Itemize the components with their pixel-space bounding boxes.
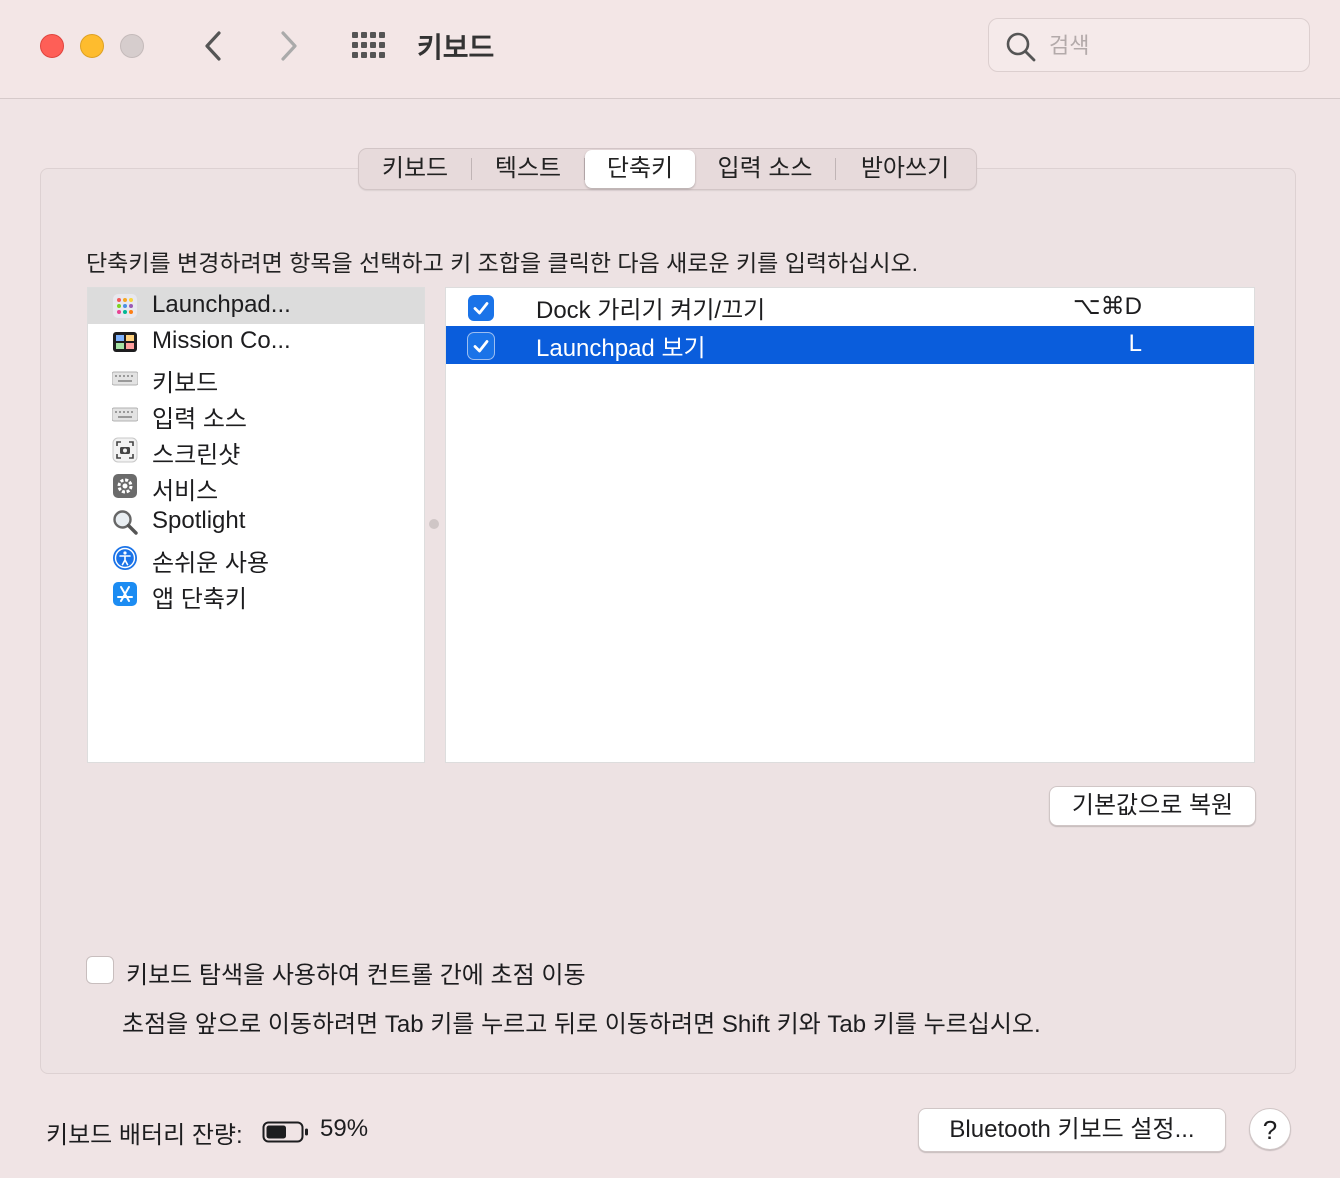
bluetooth-keyboard-setup-button[interactable]: Bluetooth 키보드 설정... <box>918 1108 1226 1152</box>
category-label: 스크린샷 <box>152 442 241 469</box>
category-item-launchpad[interactable]: Launchpad... <box>88 288 424 324</box>
tab-dictation[interactable]: 받아쓰기 <box>836 150 974 188</box>
tab-text[interactable]: 텍스트 <box>472 150 584 188</box>
category-item-keyboard[interactable]: 키보드 <box>88 360 424 397</box>
category-label: 앱 단축키 <box>152 586 247 613</box>
mission-control-icon <box>113 332 137 352</box>
shortcut-enabled-checkbox[interactable] <box>468 295 494 321</box>
zoom-button[interactable] <box>120 34 144 58</box>
category-label: Mission Co... <box>152 327 291 354</box>
chevron-left-icon <box>205 31 221 61</box>
shortcut-keys[interactable]: L <box>1129 330 1142 358</box>
battery-label: 키보드 배터리 잔량: <box>46 1122 243 1149</box>
grid-icon <box>352 32 385 58</box>
title-bar: 키보드 <box>0 0 1340 99</box>
restore-defaults-button[interactable]: 기본값으로 복원 <box>1049 786 1256 826</box>
full-keyboard-access-note: 초점을 앞으로 이동하려면 Tab 키를 누르고 뒤로 이동하려면 Shift … <box>122 1011 1041 1038</box>
tab-shortcuts[interactable]: 단축키 <box>585 150 695 188</box>
minimize-button[interactable] <box>80 34 104 58</box>
gear-icon <box>113 474 137 498</box>
search-icon <box>1006 32 1036 62</box>
shortcut-name: Launchpad 보기 <box>536 335 706 362</box>
shortcut-list[interactable]: Dock 가리기 켜기/끄기 ⌥⌘D Launchpad 보기 L <box>445 287 1255 763</box>
tab-bar: 키보드 텍스트 단축키 입력 소스 받아쓰기 <box>358 148 977 190</box>
window-title: 키보드 <box>417 32 495 63</box>
search-field[interactable] <box>988 18 1310 72</box>
battery-percent: 59% <box>320 1115 369 1142</box>
show-all-grid-button[interactable] <box>350 28 390 64</box>
tab-input-sources[interactable]: 입력 소스 <box>695 150 835 188</box>
help-button[interactable]: ? <box>1249 1108 1291 1150</box>
category-item-spotlight[interactable]: Spotlight <box>88 504 424 540</box>
category-item-mission-control[interactable]: Mission Co... <box>88 324 424 360</box>
category-label: 입력 소스 <box>152 406 247 433</box>
split-view-divider[interactable] <box>429 519 439 529</box>
category-label: 손쉬운 사용 <box>152 550 270 577</box>
keyboard-icon <box>112 371 138 386</box>
forward-button[interactable] <box>268 26 308 66</box>
screenshot-icon <box>112 437 138 463</box>
category-item-input-sources[interactable]: 입력 소스 <box>88 396 424 433</box>
accessibility-icon <box>113 546 137 570</box>
tab-keyboard[interactable]: 키보드 <box>359 150 471 188</box>
keyboard-icon <box>112 407 138 422</box>
magnifier-icon <box>113 510 138 535</box>
instruction-text: 단축키를 변경하려면 항목을 선택하고 키 조합을 클릭한 다음 새로운 키를 … <box>86 250 919 276</box>
shortcut-row-dock-hiding[interactable]: Dock 가리기 켜기/끄기 ⌥⌘D <box>446 288 1254 326</box>
search-input[interactable] <box>1047 29 1291 63</box>
checkmark-icon <box>473 340 489 353</box>
chevron-right-icon <box>281 31 297 61</box>
launchpad-icon <box>113 294 137 318</box>
category-label: Launchpad... <box>152 291 291 318</box>
full-keyboard-access-checkbox[interactable] <box>86 956 114 984</box>
back-button[interactable] <box>194 26 234 66</box>
full-keyboard-access-label: 키보드 탐색을 사용하여 컨트롤 간에 초점 이동 <box>126 962 586 989</box>
close-button[interactable] <box>40 34 64 58</box>
category-label: 키보드 <box>152 370 219 397</box>
category-item-screenshots[interactable]: 스크린샷 <box>88 432 424 469</box>
shortcut-keys[interactable]: ⌥⌘D <box>1073 292 1142 321</box>
app-store-icon <box>113 582 137 606</box>
shortcut-enabled-checkbox[interactable] <box>468 333 494 359</box>
category-item-services[interactable]: 서비스 <box>88 468 424 505</box>
category-item-app-shortcuts[interactable]: 앱 단축키 <box>88 576 424 613</box>
shortcut-name: Dock 가리기 켜기/끄기 <box>536 297 766 324</box>
checkmark-icon <box>473 302 489 315</box>
battery-icon <box>262 1121 308 1143</box>
category-label: Spotlight <box>152 507 246 534</box>
category-list[interactable]: Launchpad... Mission Co... 키보드 입력 소스 스크린… <box>87 287 425 763</box>
category-item-accessibility[interactable]: 손쉬운 사용 <box>88 540 424 577</box>
shortcut-row-show-launchpad[interactable]: Launchpad 보기 L <box>446 326 1254 364</box>
category-label: 서비스 <box>152 478 219 505</box>
